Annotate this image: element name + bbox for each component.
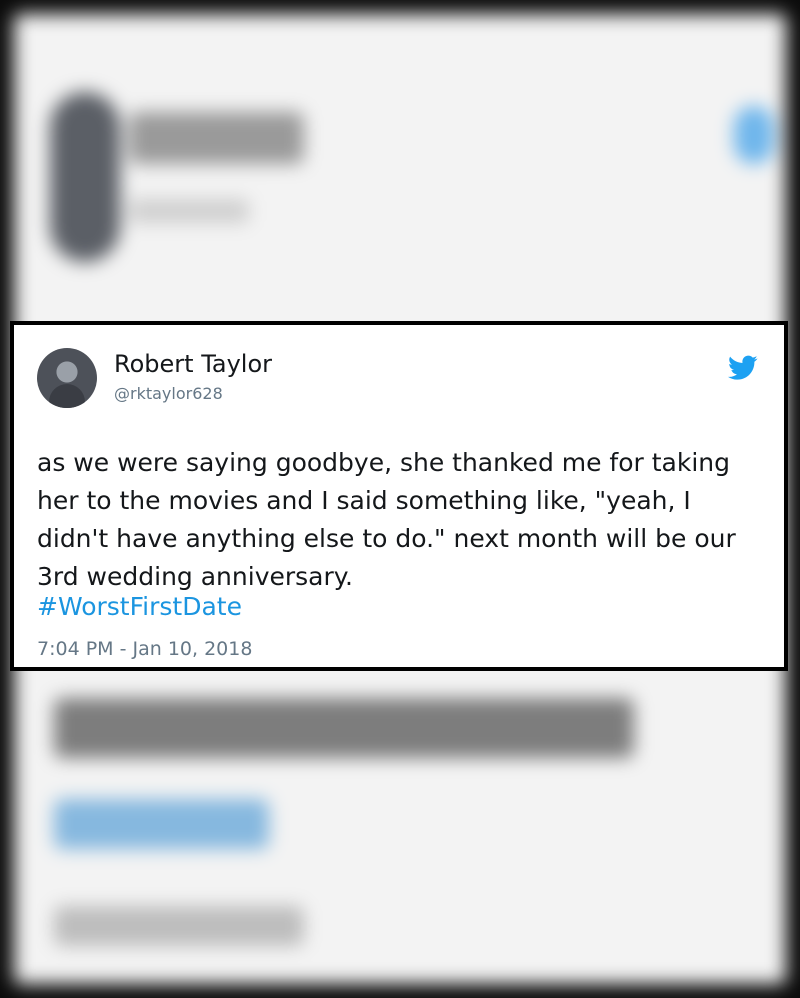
screenshot-stage: Robert Taylor @rktaylor628 as we were sa… bbox=[0, 0, 800, 998]
tweet-timestamp[interactable]: 7:04 PM - Jan 10, 2018 bbox=[37, 638, 252, 660]
avatar[interactable] bbox=[37, 348, 97, 408]
tweet-text: as we were saying goodbye, she thanked m… bbox=[37, 448, 736, 591]
blurred-hashtag bbox=[54, 799, 269, 849]
blurred-author-name bbox=[129, 112, 304, 164]
hashtag-link[interactable]: #WorstFirstDate bbox=[37, 592, 242, 622]
blurred-avatar bbox=[50, 92, 120, 262]
author-name[interactable]: Robert Taylor bbox=[114, 350, 272, 378]
twitter-bird-icon[interactable] bbox=[728, 355, 758, 381]
blurred-twitter-bird-icon bbox=[734, 106, 774, 164]
tweet-card: Robert Taylor @rktaylor628 as we were sa… bbox=[10, 321, 788, 671]
blurred-tweet-text bbox=[54, 698, 634, 758]
blurred-timestamp bbox=[54, 906, 304, 946]
blurred-author-handle bbox=[129, 199, 249, 223]
author-handle[interactable]: @rktaylor628 bbox=[114, 384, 223, 404]
